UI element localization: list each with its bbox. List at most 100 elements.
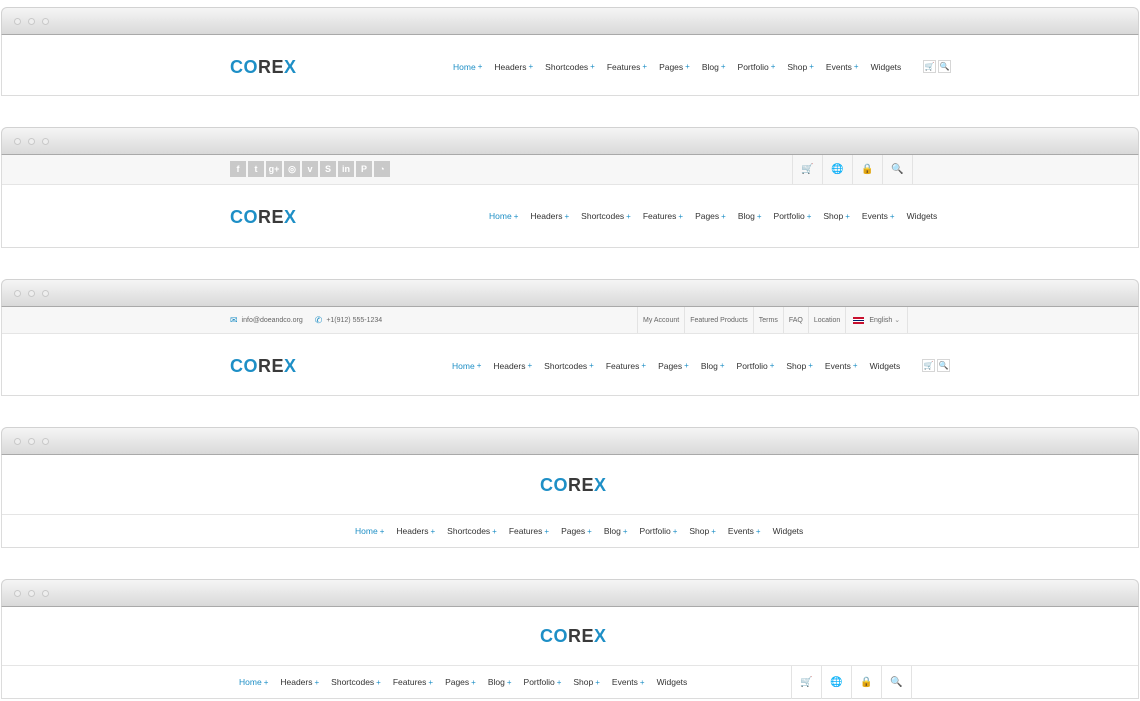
nav-item-shop[interactable]: Shop + — [786, 361, 813, 371]
search-icon[interactable]: 🔍 — [937, 359, 951, 372]
nav-item-home[interactable]: Home + — [239, 677, 268, 687]
google-plus-icon[interactable]: g+ — [266, 161, 282, 177]
search-icon[interactable]: 🔍 — [938, 60, 952, 73]
nav-item-pages[interactable]: Pages + — [659, 62, 690, 72]
nav-item-blog[interactable]: Blog + — [702, 62, 726, 72]
nav-item-shortcodes[interactable]: Shortcodes + — [447, 526, 497, 536]
pinterest-icon[interactable]: P — [356, 161, 372, 177]
vimeo-icon[interactable]: v — [302, 161, 318, 177]
nav-item-events[interactable]: Events + — [825, 361, 858, 371]
contact-phone[interactable]: +1(912) 555-1234 — [326, 317, 382, 324]
nav-item-home[interactable]: Home + — [489, 211, 518, 221]
globe-icon[interactable]: 🌐 — [822, 155, 852, 184]
lock-icon[interactable]: 🔒 — [851, 666, 881, 699]
corex-logo[interactable]: COREX — [540, 475, 607, 496]
nav-item-shortcodes[interactable]: Shortcodes + — [581, 211, 631, 221]
link-my-account[interactable]: My Account — [637, 307, 684, 333]
nav-item-pages[interactable]: Pages + — [561, 526, 592, 536]
cart-icon[interactable]: 🛒 — [923, 60, 937, 73]
nav-item-features[interactable]: Features + — [643, 211, 683, 221]
nav-item-portfolio[interactable]: Portfolio + — [738, 62, 776, 72]
link-location[interactable]: Location — [807, 307, 845, 333]
link-faq[interactable]: FAQ — [782, 307, 808, 333]
window-minimize-dot[interactable] — [28, 438, 35, 445]
nav-item-features[interactable]: Features + — [606, 361, 646, 371]
nav-item-shop[interactable]: Shop + — [573, 677, 600, 687]
corex-logo[interactable]: COREX — [230, 57, 297, 78]
nav-item-portfolio[interactable]: Portfolio + — [774, 211, 812, 221]
nav-item-shortcodes[interactable]: Shortcodes + — [331, 677, 381, 687]
cart-icon[interactable]: 🛒 — [922, 359, 936, 372]
link-terms[interactable]: Terms — [752, 307, 783, 333]
nav-item-headers[interactable]: Headers + — [396, 526, 435, 536]
corex-logo[interactable]: COREX — [230, 207, 297, 228]
nav-item-events[interactable]: Events + — [612, 677, 645, 687]
lock-icon[interactable]: 🔒 — [852, 155, 882, 184]
nav-item-portfolio[interactable]: Portfolio + — [524, 677, 562, 687]
nav-item-headers[interactable]: Headers + — [493, 361, 532, 371]
nav-item-blog[interactable]: Blog + — [701, 361, 725, 371]
nav-item-pages[interactable]: Pages + — [445, 677, 476, 687]
window-close-dot[interactable] — [14, 138, 21, 145]
nav-item-events[interactable]: Events + — [826, 62, 859, 72]
window-maximize-dot[interactable] — [42, 290, 49, 297]
search-icon[interactable]: 🔍 — [882, 155, 913, 184]
nav-item-home[interactable]: Home + — [355, 526, 384, 536]
nav-item-home[interactable]: Home + — [452, 361, 481, 371]
nav-item-events[interactable]: Events + — [728, 526, 761, 536]
window-minimize-dot[interactable] — [28, 290, 35, 297]
window-minimize-dot[interactable] — [28, 18, 35, 25]
nav-item-shop[interactable]: Shop + — [689, 526, 716, 536]
nav-item-shortcodes[interactable]: Shortcodes + — [544, 361, 594, 371]
window-close-dot[interactable] — [14, 438, 21, 445]
globe-icon[interactable]: 🌐 — [821, 666, 851, 699]
nav-item-widgets[interactable]: Widgets — [870, 361, 901, 371]
cart-icon[interactable]: 🛒 — [792, 155, 822, 184]
dribbble-icon[interactable]: ◎ — [284, 161, 300, 177]
corex-logo[interactable]: COREX — [540, 626, 607, 647]
window-maximize-dot[interactable] — [42, 590, 49, 597]
nav-item-blog[interactable]: Blog + — [604, 526, 628, 536]
nav-item-shortcodes[interactable]: Shortcodes + — [545, 62, 595, 72]
language-selector[interactable]: English ⌄ — [845, 307, 909, 333]
facebook-icon[interactable]: f — [230, 161, 246, 177]
nav-item-pages[interactable]: Pages + — [658, 361, 689, 371]
nav-item-events[interactable]: Events + — [862, 211, 895, 221]
nav-item-pages[interactable]: Pages + — [695, 211, 726, 221]
window-close-dot[interactable] — [14, 290, 21, 297]
nav-item-features[interactable]: Features + — [509, 526, 549, 536]
nav-item-shop[interactable]: Shop + — [823, 211, 850, 221]
cart-icon[interactable]: 🛒 — [791, 666, 821, 699]
header-variant-2: f t g+ ◎ v S in P ◔ 🛒 🌐 🔒 🔍 COREX Home + … — [1, 155, 1139, 248]
nav-item-widgets[interactable]: Widgets — [773, 526, 804, 536]
nav-item-portfolio[interactable]: Portfolio + — [737, 361, 775, 371]
nav-item-headers[interactable]: Headers + — [280, 677, 319, 687]
window-maximize-dot[interactable] — [42, 18, 49, 25]
search-icon[interactable]: 🔍 — [881, 666, 912, 699]
corex-logo[interactable]: COREX — [230, 356, 297, 377]
twitter-icon[interactable]: t — [248, 161, 264, 177]
window-minimize-dot[interactable] — [28, 590, 35, 597]
nav-item-features[interactable]: Features + — [607, 62, 647, 72]
nav-item-portfolio[interactable]: Portfolio + — [640, 526, 678, 536]
window-close-dot[interactable] — [14, 590, 21, 597]
rss-icon[interactable]: ◔ — [374, 161, 390, 177]
nav-item-shop[interactable]: Shop + — [787, 62, 814, 72]
link-featured-products[interactable]: Featured Products — [684, 307, 753, 333]
window-close-dot[interactable] — [14, 18, 21, 25]
nav-item-widgets[interactable]: Widgets — [871, 62, 902, 72]
linkedin-icon[interactable]: in — [338, 161, 354, 177]
nav-item-blog[interactable]: Blog + — [738, 211, 762, 221]
nav-item-home[interactable]: Home + — [453, 62, 482, 72]
window-minimize-dot[interactable] — [28, 138, 35, 145]
window-maximize-dot[interactable] — [42, 438, 49, 445]
window-maximize-dot[interactable] — [42, 138, 49, 145]
nav-item-headers[interactable]: Headers + — [494, 62, 533, 72]
nav-item-blog[interactable]: Blog + — [488, 677, 512, 687]
nav-item-widgets[interactable]: Widgets — [657, 677, 688, 687]
nav-item-widgets[interactable]: Widgets — [907, 211, 938, 221]
nav-item-headers[interactable]: Headers + — [530, 211, 569, 221]
nav-item-features[interactable]: Features + — [393, 677, 433, 687]
skype-icon[interactable]: S — [320, 161, 336, 177]
contact-email[interactable]: info@doeandco.org — [242, 317, 303, 324]
